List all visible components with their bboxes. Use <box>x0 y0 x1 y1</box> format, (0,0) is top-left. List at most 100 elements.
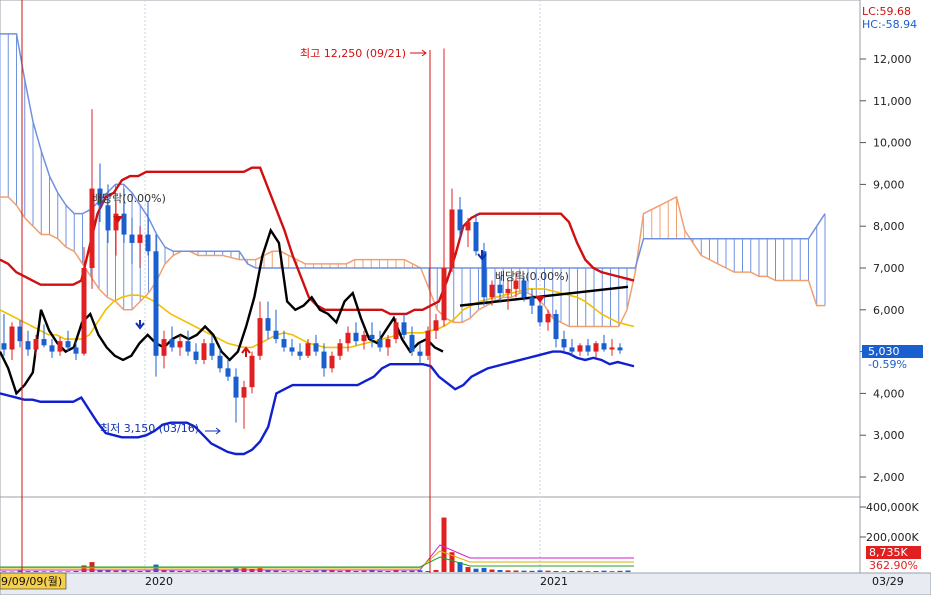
volume-bar <box>553 571 559 572</box>
candle-body <box>609 347 615 350</box>
candle-body <box>353 332 359 342</box>
candle-body <box>57 341 63 352</box>
candle-body <box>441 268 447 321</box>
candle-body <box>129 234 135 243</box>
volume-bar <box>25 571 31 572</box>
candle-body <box>1 343 7 350</box>
volume-bar <box>121 570 127 572</box>
candle-body <box>105 205 111 231</box>
volume-bar <box>1 571 7 572</box>
candle-body <box>49 345 55 352</box>
candle-body <box>521 280 527 298</box>
candle-body <box>385 339 391 348</box>
candle-body <box>273 330 279 340</box>
candle-body <box>185 341 191 352</box>
x-axis-label-2020: 2020 <box>145 575 173 588</box>
candle-body <box>329 355 335 369</box>
candle-body <box>465 222 471 231</box>
candle-body <box>257 318 263 356</box>
price-tick-label: 8,000 <box>873 220 905 233</box>
volume-bar <box>249 569 255 572</box>
candle-body <box>81 268 87 354</box>
volume-bar <box>177 571 183 572</box>
volume-bar <box>201 571 207 572</box>
candle-body <box>209 343 215 356</box>
volume-bar <box>385 571 391 572</box>
volume-bar <box>145 570 151 572</box>
candle-body <box>169 339 175 348</box>
candle-body <box>305 343 311 356</box>
candle-body <box>537 305 543 323</box>
candle-body <box>41 339 47 346</box>
price-tick-label: 2,000 <box>873 471 905 484</box>
volume-bar <box>313 570 319 572</box>
low-annotation: 최저 3,150 (03/16) <box>100 422 199 435</box>
candle-body <box>281 339 287 348</box>
candle-body <box>433 320 439 331</box>
candle-body <box>393 322 399 340</box>
volume-bar <box>209 570 215 572</box>
x-axis-label-2021: 2021 <box>540 575 568 588</box>
candle-body <box>497 284 503 294</box>
candle-body <box>241 387 247 398</box>
candle-body <box>201 343 207 360</box>
dividend-annotation-2: 배당락(0.00%) <box>495 270 569 283</box>
candle-body <box>377 339 383 348</box>
price-tick-label: 11,000 <box>873 95 912 108</box>
date-axis-bar <box>0 572 931 595</box>
candle-body <box>217 355 223 369</box>
candle-body <box>9 326 15 350</box>
volume-bar <box>337 570 343 572</box>
stock-chart-window: 12,000 11,000 10,000 9,000 8,000 7,000 6,000 5,… <box>0 0 931 595</box>
volume-bar <box>169 570 175 572</box>
volume-bar <box>329 570 335 572</box>
volume-bar <box>433 570 439 572</box>
volume-bar <box>377 570 383 572</box>
candle-body <box>25 341 31 350</box>
volume-bar <box>105 570 111 572</box>
volume-bar <box>393 570 399 572</box>
candle-body <box>177 341 183 348</box>
candle-body <box>297 351 303 356</box>
volume-bar <box>529 570 535 572</box>
candle-body <box>249 355 255 388</box>
volume-bar <box>537 570 543 572</box>
price-tick-label: 3,000 <box>873 429 905 442</box>
volume-bar <box>473 568 479 572</box>
volume-bar <box>297 570 303 572</box>
volume-bar <box>577 570 583 572</box>
volume-bar <box>545 570 551 572</box>
volume-bar <box>49 571 55 572</box>
candle-body <box>553 313 559 340</box>
candle-body <box>361 334 367 342</box>
candle-body <box>33 339 39 350</box>
candle-body <box>289 347 295 352</box>
candle-body <box>153 251 159 356</box>
volume-bar <box>193 571 199 572</box>
candle-body <box>193 351 199 360</box>
candle-body <box>225 368 231 377</box>
volume-bar <box>353 571 359 572</box>
volume-bar <box>593 571 599 572</box>
volume-bar <box>129 570 135 572</box>
candle-body <box>337 343 343 356</box>
candle-body <box>489 284 495 298</box>
current-price-value: 5,030 <box>868 345 900 358</box>
candle-body <box>401 322 407 335</box>
volume-bar <box>281 571 287 572</box>
volume-bar <box>497 570 503 572</box>
volume-bar <box>41 571 47 572</box>
candle-body <box>145 234 151 252</box>
price-tick-label: 6,000 <box>873 304 905 317</box>
volume-bar <box>161 570 167 572</box>
volume-bar <box>489 569 495 572</box>
stock-chart[interactable]: 12,000 11,000 10,000 9,000 8,000 7,000 6,000 5,… <box>0 0 931 595</box>
candle-body <box>313 343 319 352</box>
volume-bar <box>185 570 191 572</box>
volume-bar <box>81 565 87 572</box>
volume-bar <box>289 571 295 572</box>
hc-label: HC:-58.94 <box>862 18 917 31</box>
volume-bar <box>265 570 271 572</box>
cursor-date-label: 9/09/09(월) <box>1 575 62 588</box>
candle-body <box>321 351 327 369</box>
